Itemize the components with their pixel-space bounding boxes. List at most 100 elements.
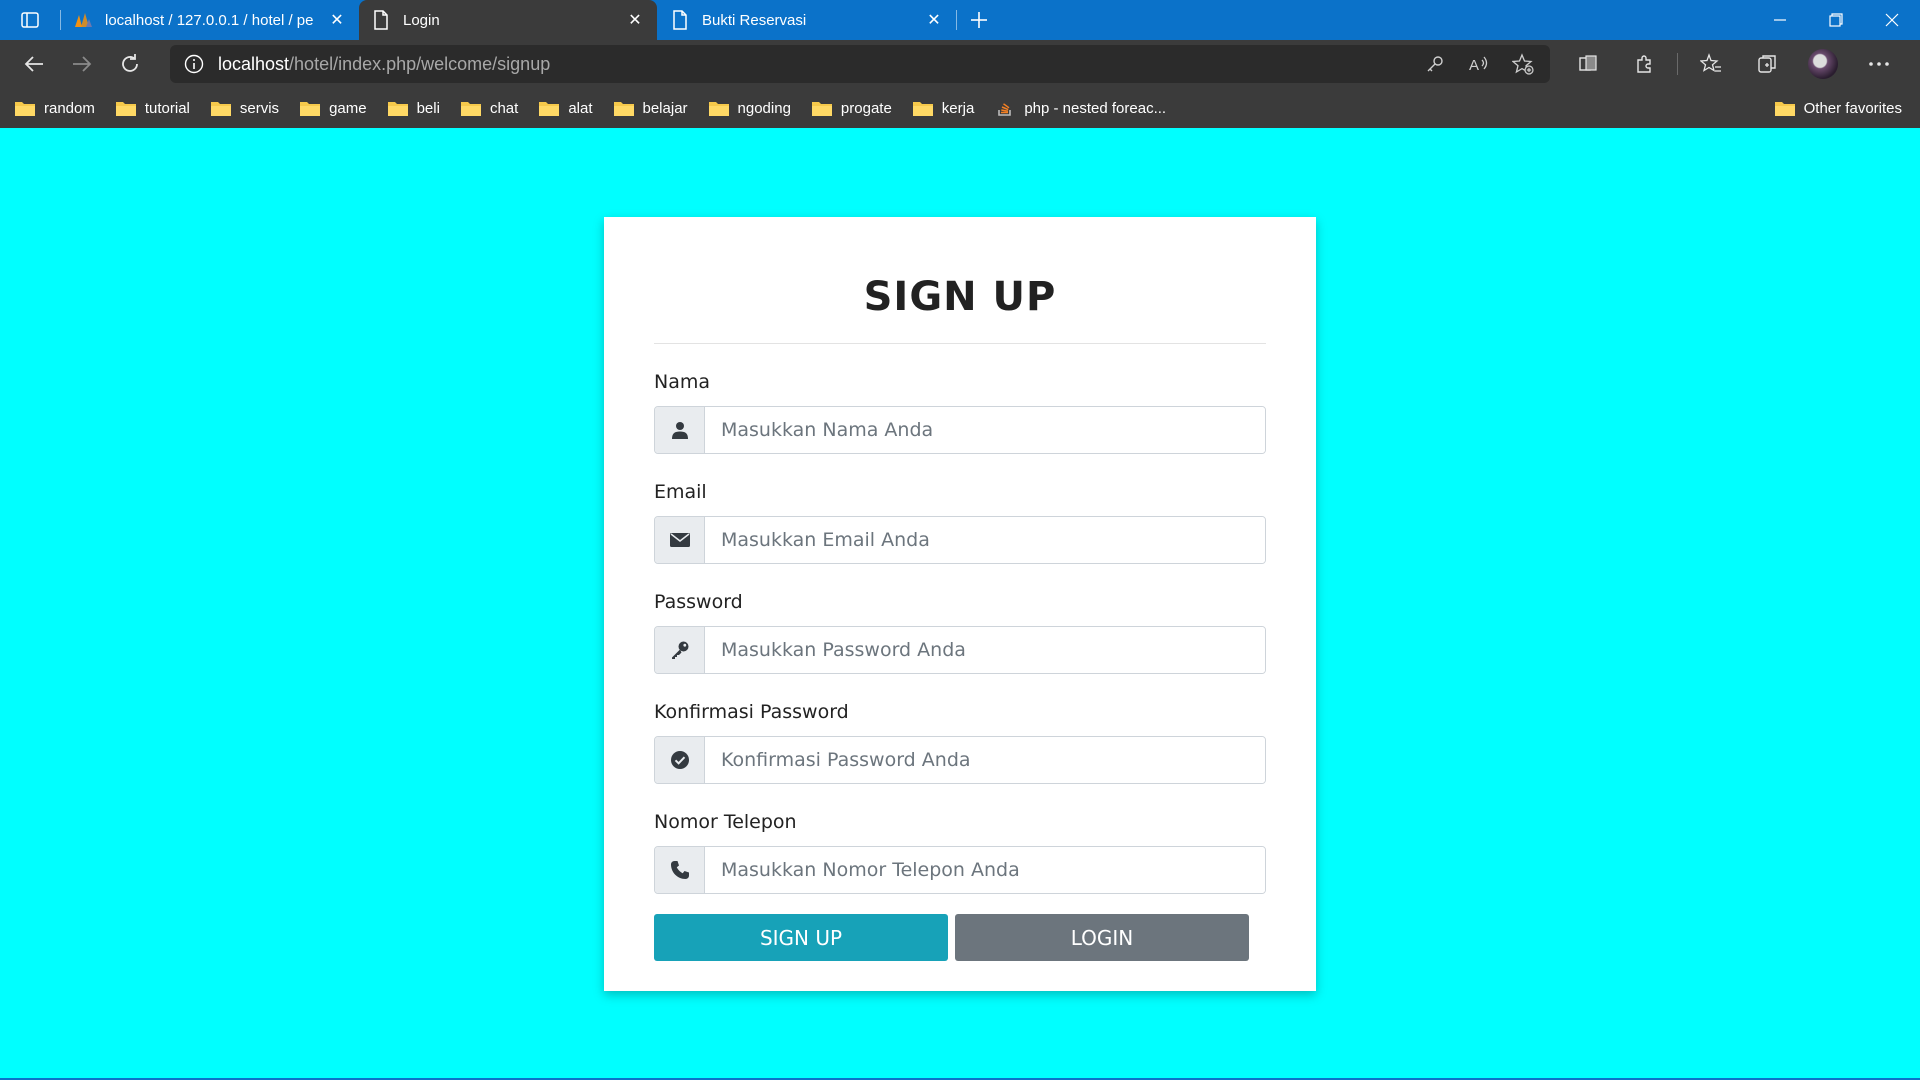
folder-icon <box>539 102 560 116</box>
input-group <box>654 406 1266 454</box>
arrow-right-icon <box>73 56 92 72</box>
bookmark-label: game <box>329 99 367 117</box>
other-favorites-label: Other favorites <box>1803 99 1902 117</box>
field-label: Email <box>654 481 707 503</box>
bookmark-label: random <box>44 99 95 117</box>
signup-button[interactable]: SIGN UP <box>654 914 948 961</box>
collections-icon[interactable] <box>1744 44 1790 84</box>
browser-toolbar: localhost/hotel/index.php/welcome/signup… <box>0 40 1920 88</box>
tab-title: localhost / 127.0.0.1 / hotel / pe <box>105 11 314 29</box>
bookmark-folder-chat[interactable]: chat <box>460 99 518 117</box>
folder-icon <box>811 102 832 116</box>
address-bar-actions: A <box>1420 49 1538 79</box>
back-button[interactable] <box>10 44 58 84</box>
input-group <box>654 736 1266 784</box>
field-label: Password <box>654 591 743 613</box>
bookmarks-bar: random tutorial servis game beli chat al… <box>0 88 1920 128</box>
favorites-icon[interactable] <box>1688 44 1734 84</box>
nama-input[interactable] <box>705 407 1265 453</box>
other-favorites[interactable]: Other favorites <box>1774 99 1902 117</box>
folder-icon <box>115 102 136 116</box>
signup-card: SIGN UP Nama Email Password Konfirma <box>604 217 1316 991</box>
input-group <box>654 626 1266 674</box>
new-tab-button[interactable] <box>957 0 1001 40</box>
close-window-button[interactable] <box>1864 0 1920 40</box>
close-icon[interactable]: ✕ <box>924 10 944 30</box>
browser-tab-bar: localhost / 127.0.0.1 / hotel / pe ✕ Log… <box>0 0 1920 40</box>
login-button[interactable]: LOGIN <box>955 914 1249 961</box>
bookmark-folder-progate[interactable]: progate <box>811 99 892 117</box>
bookmark-folder-servis[interactable]: servis <box>210 99 279 117</box>
restore-icon <box>1829 13 1843 27</box>
page-icon <box>371 10 391 30</box>
close-icon[interactable]: ✕ <box>625 10 645 30</box>
tab-bukti-reservasi[interactable]: Bukti Reservasi ✕ <box>658 0 956 40</box>
address-bar[interactable]: localhost/hotel/index.php/welcome/signup… <box>170 45 1550 83</box>
field-nomor-telepon: Nomor Telepon <box>654 808 1266 894</box>
folder-icon <box>15 102 35 116</box>
field-label: Nama <box>654 371 711 393</box>
office-icon[interactable] <box>1565 44 1611 84</box>
bookmark-folder-ngoding[interactable]: ngoding <box>708 99 791 117</box>
refresh-button[interactable] <box>106 44 154 84</box>
toolbar-separator <box>1677 53 1678 75</box>
bookmark-folder-belajar[interactable]: belajar <box>613 99 688 117</box>
refresh-icon <box>122 54 138 72</box>
field-nama: Nama <box>654 368 1266 454</box>
tab-phpmyadmin[interactable]: localhost / 127.0.0.1 / hotel / pe ✕ <box>61 0 359 40</box>
key-icon[interactable] <box>1420 49 1450 79</box>
restore-button[interactable] <box>1808 0 1864 40</box>
close-icon[interactable]: ✕ <box>327 10 347 30</box>
plus-icon <box>971 12 987 28</box>
minimize-button[interactable] <box>1752 0 1808 40</box>
confirm-password-input[interactable] <box>705 737 1265 783</box>
bookmark-label: servis <box>239 99 280 117</box>
svg-text:A: A <box>1469 57 1479 74</box>
add-favorite-icon[interactable] <box>1508 49 1538 79</box>
stackoverflow-icon <box>998 103 1012 116</box>
bookmark-folder-alat[interactable]: alat <box>538 99 593 117</box>
url-host: localhost <box>218 53 290 74</box>
field-konfirmasi-password: Konfirmasi Password <box>654 698 1266 784</box>
bookmark-label: ngoding <box>737 99 791 117</box>
check-circle-icon <box>655 737 705 783</box>
field-label: Konfirmasi Password <box>654 701 849 723</box>
email-input[interactable] <box>705 517 1265 563</box>
title-divider <box>654 343 1266 344</box>
forward-button[interactable] <box>58 44 106 84</box>
folder-icon <box>460 102 481 116</box>
window-controls <box>1752 0 1920 40</box>
field-email: Email <box>654 478 1266 564</box>
bookmark-folder-kerja[interactable]: kerja <box>912 99 974 117</box>
tab-login[interactable]: Login ✕ <box>359 0 657 40</box>
bookmark-folder-random[interactable]: random <box>14 99 95 117</box>
tab-title: Login <box>403 11 440 29</box>
bookmark-label: alat <box>568 99 593 117</box>
extensions-icon[interactable] <box>1621 44 1667 84</box>
phone-input[interactable] <box>705 847 1265 893</box>
bookmark-folder-beli[interactable]: beli <box>387 99 440 117</box>
bookmark-label: php - nested foreac... <box>1024 99 1167 117</box>
folder-icon <box>613 102 634 116</box>
read-aloud-icon[interactable]: A <box>1464 49 1494 79</box>
bookmark-link-php[interactable]: php - nested foreac... <box>994 99 1166 117</box>
profile-avatar[interactable] <box>1800 44 1846 84</box>
phpmyadmin-icon <box>73 10 93 30</box>
folder-icon <box>300 102 321 116</box>
bookmark-label: progate <box>840 99 892 117</box>
avatar <box>1808 49 1838 79</box>
folder-icon <box>1774 102 1795 116</box>
browser-extension-area <box>1565 44 1910 84</box>
form-actions: SIGN UP LOGIN <box>654 914 1266 961</box>
user-icon <box>655 407 705 453</box>
bookmark-folder-tutorial[interactable]: tutorial <box>115 99 190 117</box>
page-icon <box>670 10 690 30</box>
bookmark-label: beli <box>416 99 440 117</box>
more-options-icon[interactable] <box>1856 44 1902 84</box>
input-group <box>654 846 1266 894</box>
password-input[interactable] <box>705 627 1265 673</box>
field-label: Nomor Telepon <box>654 811 797 833</box>
tab-actions-button[interactable] <box>0 0 60 40</box>
info-icon[interactable] <box>182 52 206 76</box>
bookmark-folder-game[interactable]: game <box>299 99 367 117</box>
